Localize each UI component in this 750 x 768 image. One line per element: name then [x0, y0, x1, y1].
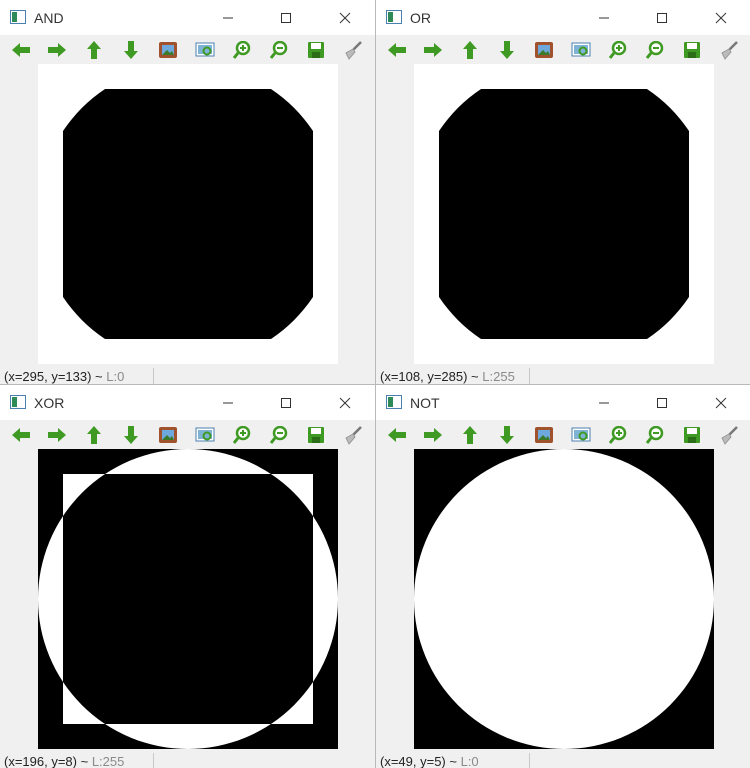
brush-icon[interactable]	[718, 39, 740, 61]
close-button[interactable]	[709, 7, 733, 29]
status-separator	[529, 753, 530, 768]
window-xor: XOR (x=196, y=8) ~ L:255	[0, 384, 375, 768]
pixel-value: L:255	[91, 754, 125, 768]
window-or: OR (x=108, y=285) ~ L:255	[375, 0, 750, 384]
save-icon[interactable]	[305, 39, 327, 61]
image-icon[interactable]	[533, 424, 555, 446]
pixel-coordinates: (x=295, y=133) ~	[4, 369, 103, 384]
image-icon[interactable]	[157, 424, 179, 446]
window-title: XOR	[34, 395, 65, 411]
status-separator	[529, 368, 530, 384]
pixel-value: L:0	[460, 754, 479, 768]
zoom-in-icon[interactable]	[231, 39, 253, 61]
brush-icon[interactable]	[342, 424, 364, 446]
save-icon[interactable]	[681, 39, 703, 61]
pixel-value: L:0	[106, 369, 125, 384]
arrow-down-icon[interactable]	[120, 424, 142, 446]
toolbar	[0, 421, 375, 449]
arrow-up-icon[interactable]	[459, 424, 481, 446]
status-separator	[153, 753, 154, 768]
arrow-up-icon[interactable]	[459, 39, 481, 61]
arrow-right-icon[interactable]	[46, 424, 68, 446]
arrow-right-icon[interactable]	[46, 39, 68, 61]
window-title: NOT	[410, 395, 440, 411]
arrow-down-icon[interactable]	[496, 424, 518, 446]
zoom-in-icon[interactable]	[607, 424, 629, 446]
arrow-up-icon[interactable]	[83, 39, 105, 61]
save-icon[interactable]	[681, 424, 703, 446]
minimize-button[interactable]	[216, 392, 240, 414]
image-canvas[interactable]	[414, 64, 714, 364]
app-icon	[10, 395, 26, 409]
arrow-right-icon[interactable]	[422, 424, 444, 446]
minimize-button[interactable]	[216, 7, 240, 29]
maximize-button[interactable]	[650, 7, 674, 29]
pixel-coordinates: (x=108, y=285) ~	[380, 369, 479, 384]
app-icon	[10, 10, 26, 24]
maximize-button[interactable]	[274, 392, 298, 414]
window-and: AND (x=295, y=133) ~ L:0	[0, 0, 375, 384]
zoom-fit-icon[interactable]	[194, 424, 216, 446]
maximize-button[interactable]	[274, 7, 298, 29]
image-icon[interactable]	[157, 39, 179, 61]
zoom-out-icon[interactable]	[644, 39, 666, 61]
window-title: AND	[34, 10, 64, 26]
toolbar	[376, 36, 750, 64]
image-canvas[interactable]	[38, 449, 338, 749]
image-canvas[interactable]	[414, 449, 714, 749]
minimize-button[interactable]	[592, 392, 616, 414]
image-canvas[interactable]	[38, 64, 338, 364]
zoom-in-icon[interactable]	[607, 39, 629, 61]
zoom-out-icon[interactable]	[268, 39, 290, 61]
toolbar	[0, 36, 375, 64]
zoom-fit-icon[interactable]	[570, 424, 592, 446]
arrow-left-icon[interactable]	[10, 424, 32, 446]
title-bar[interactable]: AND	[0, 0, 375, 35]
status-bar: (x=295, y=133) ~ L:0	[4, 369, 124, 384]
minimize-button[interactable]	[592, 7, 616, 29]
title-bar[interactable]: NOT	[376, 385, 750, 420]
arrow-right-icon[interactable]	[422, 39, 444, 61]
zoom-fit-icon[interactable]	[570, 39, 592, 61]
zoom-out-icon[interactable]	[268, 424, 290, 446]
zoom-out-icon[interactable]	[644, 424, 666, 446]
app-icon	[386, 395, 402, 409]
close-button[interactable]	[709, 392, 733, 414]
arrow-left-icon[interactable]	[386, 424, 408, 446]
arrow-down-icon[interactable]	[120, 39, 142, 61]
arrow-left-icon[interactable]	[386, 39, 408, 61]
zoom-in-icon[interactable]	[231, 424, 253, 446]
title-bar[interactable]: XOR	[0, 385, 375, 420]
save-icon[interactable]	[305, 424, 327, 446]
status-bar: (x=49, y=5) ~ L:0	[380, 754, 479, 768]
pixel-value: L:255	[482, 369, 515, 384]
pixel-coordinates: (x=196, y=8) ~	[4, 754, 89, 768]
arrow-left-icon[interactable]	[10, 39, 32, 61]
zoom-fit-icon[interactable]	[194, 39, 216, 61]
toolbar	[376, 421, 750, 449]
brush-icon[interactable]	[718, 424, 740, 446]
status-bar: (x=108, y=285) ~ L:255	[380, 369, 515, 384]
status-bar: (x=196, y=8) ~ L:255	[4, 754, 124, 768]
close-button[interactable]	[333, 392, 357, 414]
window-title: OR	[410, 10, 431, 26]
app-icon	[386, 10, 402, 24]
arrow-down-icon[interactable]	[496, 39, 518, 61]
window-not: NOT (x=49, y=5) ~ L:0	[375, 384, 750, 768]
brush-icon[interactable]	[342, 39, 364, 61]
status-separator	[153, 368, 154, 384]
arrow-up-icon[interactable]	[83, 424, 105, 446]
title-bar[interactable]: OR	[376, 0, 750, 35]
pixel-coordinates: (x=49, y=5) ~	[380, 754, 457, 768]
image-icon[interactable]	[533, 39, 555, 61]
maximize-button[interactable]	[650, 392, 674, 414]
close-button[interactable]	[333, 7, 357, 29]
